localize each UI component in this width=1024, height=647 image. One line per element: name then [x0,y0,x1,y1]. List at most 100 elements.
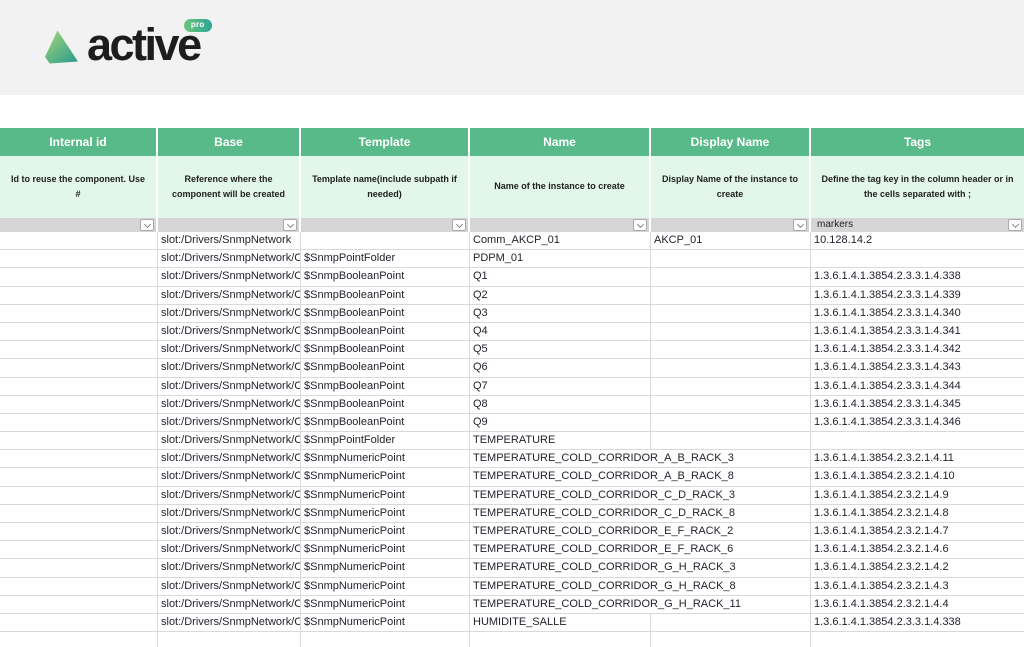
cell-template[interactable]: $SnmpBooleanPoint [301,359,470,376]
cell-name[interactable]: TEMPERATURE_COLD_CORRIDOR_E_F_RACK_2 [470,523,811,540]
cell-display-name[interactable] [651,614,811,631]
cell-base[interactable]: slot:/Drivers/SnmpNetwork/C [158,523,301,540]
cell-template[interactable] [301,632,470,647]
cell-base[interactable]: slot:/Drivers/SnmpNetwork/C [158,578,301,595]
cell-name[interactable]: Q2 [470,287,651,304]
cell-tags[interactable]: 1.3.6.1.4.1.3854.2.3.2.1.4.11 [811,450,1024,467]
cell-template[interactable]: $SnmpBooleanPoint [301,287,470,304]
cell-name[interactable]: TEMPERATURE_COLD_CORRIDOR_C_D_RACK_8 [470,505,811,522]
cell-display-name[interactable] [651,414,811,431]
cell-tags[interactable]: 1.3.6.1.4.1.3854.2.3.2.1.4.9 [811,487,1024,504]
cell-tags[interactable]: 1.3.6.1.4.1.3854.2.3.2.1.4.10 [811,468,1024,485]
cell-name[interactable]: TEMPERATURE_COLD_CORRIDOR_G_H_RACK_11 [470,596,811,613]
cell-internal-id[interactable] [0,232,158,249]
cell-tags[interactable]: 1.3.6.1.4.1.3854.2.3.3.1.4.344 [811,378,1024,395]
cell-name[interactable]: TEMPERATURE_COLD_CORRIDOR_A_B_RACK_3 [470,450,811,467]
cell-name[interactable]: PDPM_01 [470,250,651,267]
cell-display-name[interactable] [651,341,811,358]
cell-internal-id[interactable] [0,250,158,267]
cell-name[interactable]: Q9 [470,414,651,431]
filter-dropdown-button-template[interactable] [452,219,466,231]
filter-dropdown-button-name[interactable] [633,219,647,231]
cell-internal-id[interactable] [0,632,158,647]
cell-name[interactable]: Comm_AKCP_01 [470,232,651,249]
cell-display-name[interactable] [651,268,811,285]
cell-internal-id[interactable] [0,323,158,340]
cell-internal-id[interactable] [0,432,158,449]
column-header-base[interactable]: Base [158,128,301,156]
cell-internal-id[interactable] [0,559,158,576]
column-header-name[interactable]: Name [470,128,651,156]
cell-template[interactable]: $SnmpNumericPoint [301,505,470,522]
cell-name[interactable]: HUMIDITE_SALLE [470,614,651,631]
cell-tags[interactable]: 10.128.14.2 [811,232,1024,249]
cell-tags[interactable]: 1.3.6.1.4.1.3854.2.3.2.1.4.3 [811,578,1024,595]
cell-name[interactable]: TEMPERATURE_COLD_CORRIDOR_G_H_RACK_8 [470,578,811,595]
cell-display-name[interactable] [651,378,811,395]
cell-template[interactable]: $SnmpNumericPoint [301,468,470,485]
filter-dropdown-button-display-name[interactable] [793,219,807,231]
cell-base[interactable]: slot:/Drivers/SnmpNetwork/C [158,468,301,485]
cell-internal-id[interactable] [0,287,158,304]
cell-template[interactable] [301,232,470,249]
cell-template[interactable]: $SnmpBooleanPoint [301,268,470,285]
cell-internal-id[interactable] [0,378,158,395]
cell-display-name[interactable] [651,396,811,413]
cell-tags[interactable]: 1.3.6.1.4.1.3854.2.3.2.1.4.4 [811,596,1024,613]
cell-display-name[interactable] [651,323,811,340]
cell-internal-id[interactable] [0,414,158,431]
filter-dropdown-button-internal-id[interactable] [140,219,154,231]
cell-name[interactable]: Q5 [470,341,651,358]
cell-name[interactable]: TEMPERATURE_COLD_CORRIDOR_A_B_RACK_8 [470,468,811,485]
cell-tags[interactable]: 1.3.6.1.4.1.3854.2.3.3.1.4.338 [811,614,1024,631]
cell-template[interactable]: $SnmpPointFolder [301,250,470,267]
cell-base[interactable]: slot:/Drivers/SnmpNetwork/C [158,378,301,395]
cell-template[interactable]: $SnmpBooleanPoint [301,341,470,358]
cell-base[interactable]: slot:/Drivers/SnmpNetwork/C [158,505,301,522]
cell-internal-id[interactable] [0,305,158,322]
cell-base[interactable]: slot:/Drivers/SnmpNetwork/C [158,287,301,304]
cell-base[interactable]: slot:/Drivers/SnmpNetwork/C [158,305,301,322]
cell-tags[interactable]: 1.3.6.1.4.1.3854.2.3.3.1.4.338 [811,268,1024,285]
cell-name[interactable]: TEMPERATURE_COLD_CORRIDOR_E_F_RACK_6 [470,541,811,558]
filter-dropdown-button-tags[interactable] [1008,219,1022,231]
cell-base[interactable]: slot:/Drivers/SnmpNetwork/C [158,432,301,449]
cell-tags[interactable]: 1.3.6.1.4.1.3854.2.3.2.1.4.6 [811,541,1024,558]
cell-base[interactable]: slot:/Drivers/SnmpNetwork [158,232,301,249]
cell-base[interactable] [158,632,301,647]
column-header-template[interactable]: Template [301,128,470,156]
cell-internal-id[interactable] [0,596,158,613]
cell-template[interactable]: $SnmpBooleanPoint [301,323,470,340]
cell-template[interactable]: $SnmpNumericPoint [301,596,470,613]
cell-tags[interactable]: 1.3.6.1.4.1.3854.2.3.3.1.4.342 [811,341,1024,358]
cell-name[interactable]: Q3 [470,305,651,322]
cell-name[interactable]: Q1 [470,268,651,285]
cell-template[interactable]: $SnmpNumericPoint [301,450,470,467]
cell-tags[interactable]: 1.3.6.1.4.1.3854.2.3.3.1.4.345 [811,396,1024,413]
cell-tags[interactable]: 1.3.6.1.4.1.3854.2.3.3.1.4.340 [811,305,1024,322]
cell-base[interactable]: slot:/Drivers/SnmpNetwork/C [158,559,301,576]
cell-template[interactable]: $SnmpBooleanPoint [301,378,470,395]
cell-tags[interactable]: 1.3.6.1.4.1.3854.2.3.2.1.4.2 [811,559,1024,576]
cell-display-name[interactable] [651,432,811,449]
cell-display-name[interactable]: AKCP_01 [651,232,811,249]
column-header-display-name[interactable]: Display Name [651,128,811,156]
cell-tags[interactable]: 1.3.6.1.4.1.3854.2.3.3.1.4.339 [811,287,1024,304]
cell-template[interactable]: $SnmpNumericPoint [301,614,470,631]
cell-internal-id[interactable] [0,450,158,467]
cell-name[interactable]: Q6 [470,359,651,376]
cell-tags[interactable] [811,432,1024,449]
cell-internal-id[interactable] [0,268,158,285]
cell-base[interactable]: slot:/Drivers/SnmpNetwork/C [158,341,301,358]
cell-name[interactable]: TEMPERATURE_COLD_CORRIDOR_G_H_RACK_3 [470,559,811,576]
cell-tags[interactable]: 1.3.6.1.4.1.3854.2.3.2.1.4.7 [811,523,1024,540]
cell-base[interactable]: slot:/Drivers/SnmpNetwork/C [158,450,301,467]
cell-name[interactable]: Q7 [470,378,651,395]
cell-base[interactable]: slot:/Drivers/SnmpNetwork/C [158,614,301,631]
cell-name[interactable]: Q4 [470,323,651,340]
cell-template[interactable]: $SnmpBooleanPoint [301,396,470,413]
cell-internal-id[interactable] [0,523,158,540]
cell-internal-id[interactable] [0,359,158,376]
cell-base[interactable]: slot:/Drivers/SnmpNetwork/C [158,250,301,267]
cell-base[interactable]: slot:/Drivers/SnmpNetwork/C [158,268,301,285]
